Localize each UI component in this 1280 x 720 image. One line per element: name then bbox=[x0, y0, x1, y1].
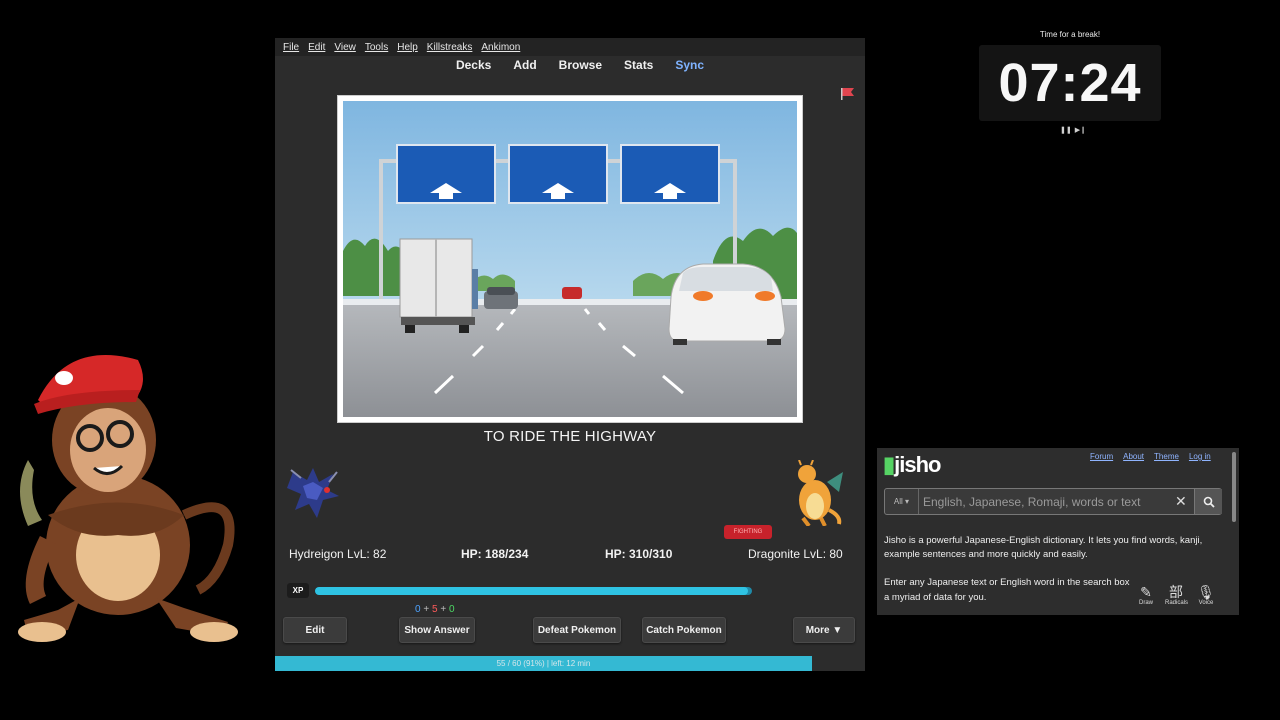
menu-help[interactable]: Help bbox=[397, 42, 418, 53]
pause-icon[interactable]: ❚❚ bbox=[1060, 126, 1072, 134]
toolbar-sync[interactable]: Sync bbox=[675, 58, 704, 72]
draw-label: Draw bbox=[1138, 600, 1153, 606]
review-count: 0 bbox=[448, 604, 455, 615]
edit-button[interactable]: Edit bbox=[283, 617, 347, 643]
enemy-pokemon-name: Dragonite LvL: 80 bbox=[748, 547, 843, 561]
jisho-logo[interactable]: ▮jisho bbox=[883, 452, 941, 478]
toolbar-decks[interactable]: Decks bbox=[456, 58, 491, 72]
jisho-nav-login[interactable]: Log in bbox=[1189, 452, 1211, 461]
flag-icon[interactable] bbox=[841, 88, 855, 100]
jisho-nav-about[interactable]: About bbox=[1123, 452, 1144, 461]
new-count: 0 bbox=[415, 604, 421, 615]
jisho-instructions: Enter any Japanese text or English word … bbox=[884, 577, 1130, 588]
deck-progress-bar: 55 / 60 (91%) | left: 12 min bbox=[275, 656, 812, 671]
search-icon bbox=[1203, 496, 1215, 508]
menu-edit[interactable]: Edit bbox=[308, 42, 325, 53]
jisho-logo-text: jisho bbox=[894, 452, 941, 477]
draw-icon: ✎ bbox=[1140, 584, 1152, 600]
microphone-icon: 🎙 bbox=[1197, 584, 1215, 600]
radicals-icon: 部 bbox=[1169, 584, 1183, 600]
xp-label: XP bbox=[287, 583, 309, 598]
hydreigon-sprite bbox=[287, 468, 339, 518]
catch-pokemon-button[interactable]: Catch Pokemon bbox=[642, 617, 726, 643]
skip-icon[interactable]: ▶❙ bbox=[1075, 126, 1086, 134]
screen: File Edit View Tools Help Killstreaks An… bbox=[0, 0, 1280, 720]
show-answer-button[interactable]: Show Answer bbox=[399, 617, 475, 643]
card-question: TO RIDE THE HIGHWAY bbox=[483, 428, 657, 445]
jisho-panel: ▮jisho Forum About Theme Log in All ▾ ✕ … bbox=[877, 448, 1239, 615]
jisho-search-button[interactable] bbox=[1194, 489, 1222, 514]
menu-ankimon[interactable]: Ankimon bbox=[481, 42, 520, 53]
jisho-search-bar: All ▾ ✕ bbox=[884, 488, 1222, 515]
jisho-filter-select[interactable]: All ▾ bbox=[885, 489, 919, 514]
radicals-label: Radicals bbox=[1165, 600, 1189, 606]
jisho-scrollbar[interactable] bbox=[1232, 452, 1236, 522]
card-image bbox=[337, 95, 803, 423]
timer-caption: Time for a break! bbox=[1039, 30, 1101, 39]
draw-tool[interactable]: ✎ Draw bbox=[1135, 584, 1157, 606]
enemy-hp: HP: 310/310 bbox=[605, 547, 673, 561]
xp-bar-fill bbox=[315, 587, 748, 595]
more-button[interactable]: More ▼ bbox=[793, 617, 855, 643]
break-timer: 07:24 bbox=[979, 45, 1161, 121]
jisho-nav: Forum About Theme Log in bbox=[1090, 452, 1211, 461]
main-toolbar: Decks Add Browse Stats Sync bbox=[275, 58, 865, 72]
voice-tool[interactable]: 🎙 Voice bbox=[1195, 584, 1217, 606]
menu-bar: File Edit View Tools Help Killstreaks An… bbox=[275, 38, 865, 56]
highway-illustration bbox=[343, 101, 797, 417]
player-hp: HP: 188/234 bbox=[461, 547, 529, 561]
defeat-pokemon-button[interactable]: Defeat Pokemon bbox=[533, 617, 621, 643]
anki-window: File Edit View Tools Help Killstreaks An… bbox=[275, 38, 865, 671]
jisho-nav-theme[interactable]: Theme bbox=[1154, 452, 1179, 461]
toolbar-browse[interactable]: Browse bbox=[559, 58, 602, 72]
jisho-nav-forum[interactable]: Forum bbox=[1090, 452, 1113, 461]
jisho-logo-mark: ▮ bbox=[883, 452, 895, 477]
menu-tools[interactable]: Tools bbox=[365, 42, 388, 53]
timer-controls: ❚❚ ▶❙ bbox=[1060, 126, 1086, 134]
dragonite-sprite bbox=[798, 460, 843, 526]
radicals-tool[interactable]: 部 Radicals bbox=[1165, 584, 1189, 606]
player-pokemon-name: Hydreigon LvL: 82 bbox=[289, 547, 387, 561]
voice-label: Voice bbox=[1198, 600, 1214, 606]
menu-view[interactable]: View bbox=[334, 42, 356, 53]
clear-icon[interactable]: ✕ bbox=[1175, 493, 1187, 509]
menu-killstreaks[interactable]: Killstreaks bbox=[427, 42, 473, 53]
battle-stats: Hydreigon LvL: 82 HP: 188/234 HP: 310/31… bbox=[275, 547, 865, 563]
menu-file[interactable]: File bbox=[283, 42, 299, 53]
jisho-input-tools: ✎ Draw 部 Radicals 🎙 Voice bbox=[1135, 584, 1217, 606]
jisho-intro: Jisho is a powerful Japanese-English dic… bbox=[884, 535, 1203, 560]
toolbar-stats[interactable]: Stats bbox=[624, 58, 653, 72]
learn-count: 5 bbox=[431, 604, 438, 615]
monkey-sticker bbox=[18, 355, 238, 642]
toolbar-add[interactable]: Add bbox=[513, 58, 536, 72]
review-counts: 0 + 5 + 0 bbox=[415, 604, 455, 615]
type-badge: FIGHTING bbox=[724, 525, 772, 539]
jisho-search-input[interactable] bbox=[923, 489, 1173, 514]
xp-bar bbox=[315, 587, 752, 595]
